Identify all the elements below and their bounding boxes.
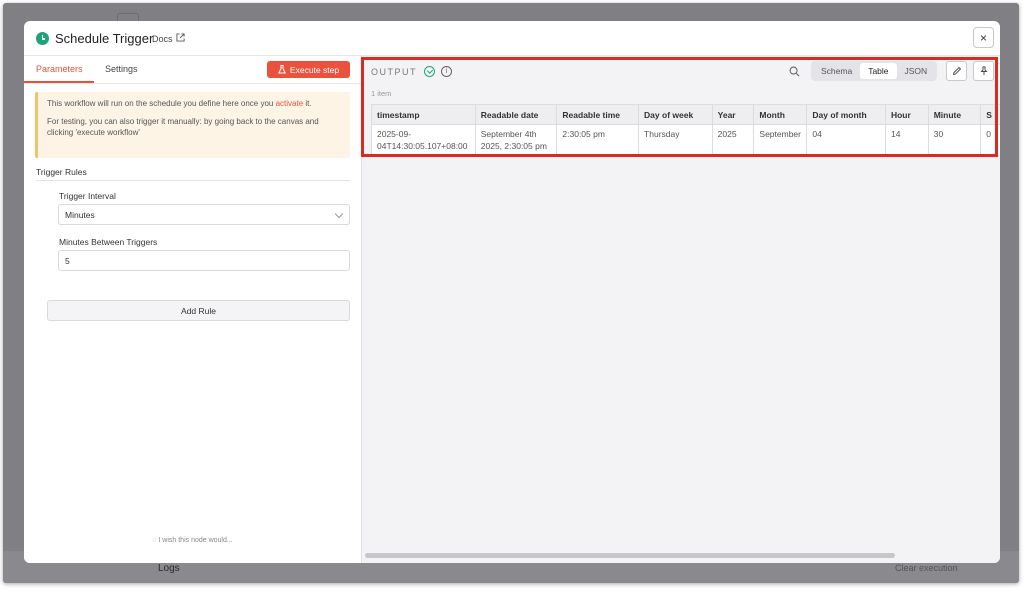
node-details-modal: Schedule Trigger Docs × Parameters Setti… (24, 21, 1000, 563)
column-header: Readable time (556, 104, 640, 125)
edit-output-button[interactable] (946, 61, 967, 81)
parameters-panel: Parameters Settings Execute step This wo… (24, 55, 361, 563)
output-table: timestamp Readable date Readable time Da… (371, 104, 1000, 156)
table-cell[interactable]: Thursday (638, 124, 713, 156)
background-logs-label: Logs (158, 563, 180, 574)
tab-settings[interactable]: Settings (105, 64, 138, 74)
background-clear-execution: Clear execution (895, 563, 958, 573)
table-cell[interactable]: September 4th 2025, 2:30:05 pm (474, 124, 558, 156)
lightbulb-icon: ◌ (152, 537, 157, 544)
items-count: 1 item (371, 89, 392, 98)
view-table-button[interactable]: Table (860, 63, 897, 79)
feedback-hint-label: I wish this node would... (158, 537, 233, 544)
info-icon[interactable]: i (441, 66, 452, 77)
execute-step-button[interactable]: Execute step (267, 61, 350, 78)
trigger-interval-select[interactable]: Minutes (58, 204, 350, 225)
feedback-hint[interactable]: ◌ I wish this node would... (24, 537, 361, 544)
output-heading: OUTPUT (371, 67, 417, 77)
chevron-down-icon (334, 209, 344, 219)
close-icon: × (979, 30, 987, 45)
view-mode-switcher: Schema Table JSON (811, 61, 938, 81)
table-cell[interactable]: 2:30:05 pm (556, 124, 640, 156)
pin-icon (979, 66, 988, 75)
column-header: Readable date (474, 104, 558, 125)
column-header: Day of month (806, 104, 886, 125)
modal-header: Schedule Trigger Docs × (24, 21, 1000, 55)
table-header-row: timestamp Readable date Readable time Da… (371, 104, 1000, 125)
add-rule-button[interactable]: Add Rule (47, 300, 350, 321)
table-cell[interactable]: 0 (980, 124, 1000, 156)
minutes-between-label: Minutes Between Triggers (59, 237, 158, 247)
pin-data-button[interactable] (973, 61, 994, 81)
table-row: 2025-09-04T14:30:05.107+08:00 September … (371, 124, 1000, 156)
table-cell[interactable]: 2025-09-04T14:30:05.107+08:00 (371, 124, 476, 156)
table-cell[interactable]: 2025 (711, 124, 755, 156)
column-header: S (980, 104, 1000, 125)
trigger-interval-label: Trigger Interval (59, 191, 116, 201)
table-cell[interactable]: 14 (884, 124, 929, 156)
pencil-icon (952, 66, 961, 76)
clock-icon (36, 32, 49, 45)
column-header: Month (753, 104, 808, 125)
trigger-interval-value: Minutes (65, 209, 95, 220)
notice-line-1: This workflow will run on the schedule y… (47, 99, 312, 108)
table-cell[interactable]: 30 (927, 124, 982, 156)
activate-link[interactable]: activate (276, 99, 304, 108)
view-json-button[interactable]: JSON (897, 63, 936, 79)
modal-title: Schedule Trigger (55, 31, 154, 46)
docs-link[interactable]: Docs (152, 34, 173, 44)
horizontal-scrollbar[interactable] (365, 553, 895, 558)
column-header: Hour (884, 104, 929, 125)
table-cell[interactable]: 04 (806, 124, 886, 156)
section-divider (36, 180, 350, 181)
close-button[interactable]: × (973, 27, 994, 48)
flask-icon (277, 65, 286, 74)
column-header: Minute (927, 104, 982, 125)
tab-parameters[interactable]: Parameters (36, 64, 83, 74)
view-schema-button[interactable]: Schema (813, 63, 860, 79)
success-check-icon (424, 66, 435, 77)
search-icon[interactable] (789, 66, 800, 77)
execute-step-label: Execute step (289, 64, 340, 75)
table-cell[interactable]: September (753, 124, 808, 156)
column-header: Year (711, 104, 755, 125)
column-header: Day of week (638, 104, 713, 125)
notice-line-2: For testing, you can also trigger it man… (47, 116, 319, 137)
trigger-rules-heading: Trigger Rules (36, 167, 87, 177)
output-panel: OUTPUT i Schema Table JSON 1 item timest… (361, 55, 1000, 563)
tabs-divider (24, 83, 361, 84)
minutes-between-input[interactable]: 5 (58, 250, 350, 271)
column-header: timestamp (371, 104, 476, 125)
minutes-between-value: 5 (65, 255, 70, 266)
external-link-icon[interactable] (176, 33, 185, 42)
activation-notice: This workflow will run on the schedule y… (35, 92, 350, 158)
